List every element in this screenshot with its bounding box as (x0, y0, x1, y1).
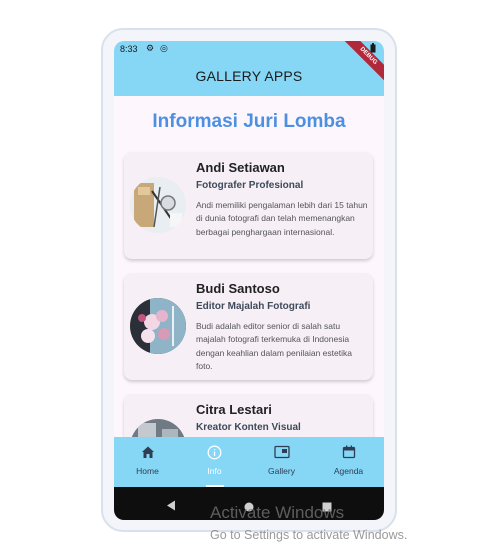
info-icon (181, 445, 248, 461)
nav-label: Home (136, 466, 159, 476)
judge-card[interactable]: Andi Setiawan Fotografer Profesional And… (124, 152, 373, 259)
app-bar: GALLERY APPS (114, 59, 384, 96)
activate-windows-subtitle: Go to Settings to activate Windows. (210, 528, 408, 542)
judge-role: Fotografer Profesional (196, 180, 304, 191)
judge-role: Kreator Konten Visual (196, 422, 301, 433)
sync-icon: ◎ (160, 43, 168, 53)
calendar-icon (315, 445, 382, 461)
judge-card[interactable]: Budi Santoso Editor Majalah Fotografi Bu… (124, 273, 373, 380)
nav-label: Gallery (268, 466, 295, 476)
back-icon[interactable] (166, 498, 176, 516)
app-screen: 8:33 ⚙ ◎ GALLERY APPS DEBUG Informasi Ju… (114, 41, 384, 520)
nav-item-info[interactable]: Info (181, 437, 248, 487)
nav-item-agenda[interactable]: Agenda (315, 437, 382, 487)
judge-name: Budi Santoso (196, 281, 280, 296)
gear-icon: ⚙ (146, 43, 155, 53)
nav-label: Info (207, 466, 222, 476)
page-heading: Informasi Juri Lomba (152, 111, 346, 132)
nav-label: Agenda (333, 466, 364, 476)
status-bar: 8:33 ⚙ ◎ (114, 41, 384, 59)
judge-description: Andi memiliki pengalaman lebih dari 15 t… (196, 200, 368, 237)
nav-item-gallery[interactable]: Gallery (248, 437, 315, 487)
activate-windows-title: Activate Windows (210, 503, 345, 522)
bottom-navigation: Home Info Gallery Agenda (114, 437, 384, 487)
gallery-icon (248, 445, 315, 461)
judge-avatar (130, 177, 186, 233)
judge-description: Budi adalah editor senior di salah satu … (196, 321, 352, 372)
judge-name: Andi Setiawan (196, 160, 285, 175)
judge-role: Editor Majalah Fotografi (196, 301, 311, 312)
judge-name: Citra Lestari (196, 402, 272, 417)
judge-avatar (130, 298, 186, 354)
nav-item-home[interactable]: Home (114, 437, 181, 487)
app-title: GALLERY APPS (195, 68, 303, 84)
status-time: 8:33 (120, 44, 138, 54)
home-icon (114, 445, 181, 461)
